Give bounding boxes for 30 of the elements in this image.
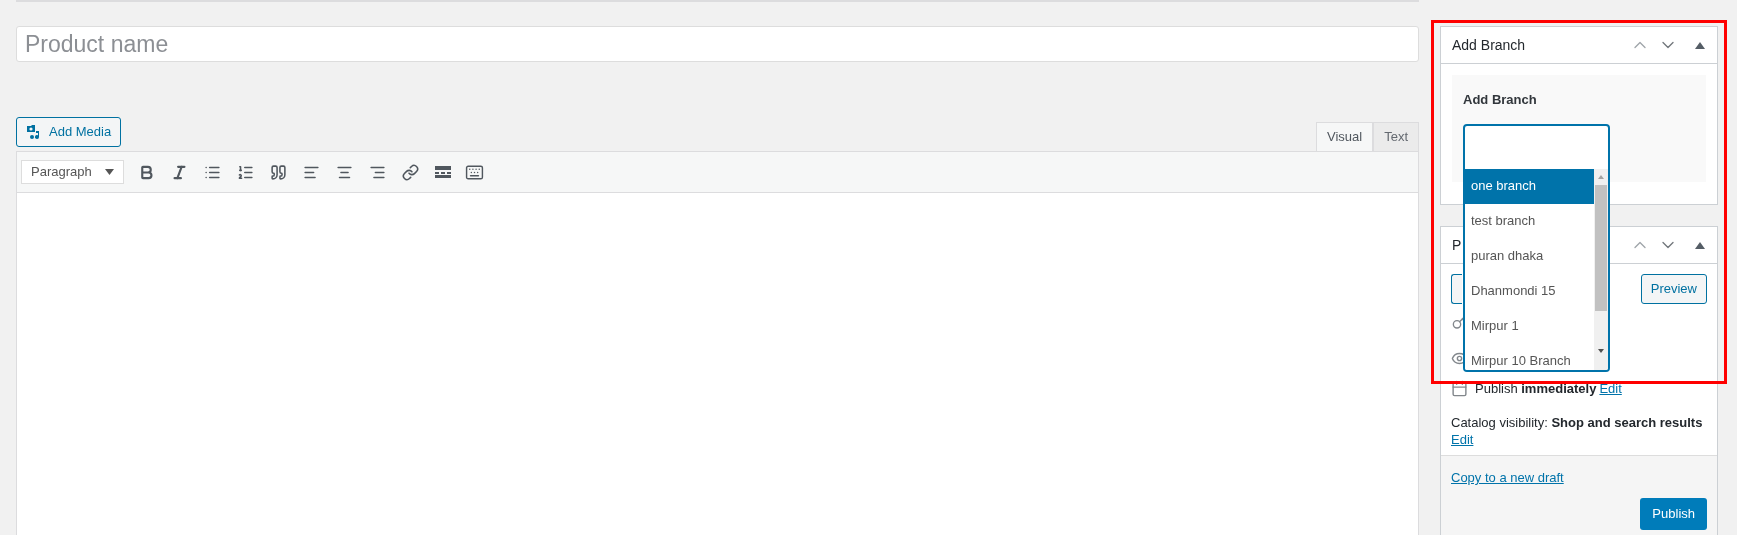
toolbar-toggle-icon[interactable] [465, 162, 484, 182]
bold-icon[interactable] [138, 163, 155, 181]
field-label: Add Branch [1463, 91, 1538, 109]
quote-icon[interactable] [270, 163, 287, 181]
dropdown-arrow-icon [105, 169, 114, 175]
format-select[interactable]: Paragraph [21, 160, 124, 184]
editor-tab[interactable]: Visual [1315, 122, 1374, 152]
publish-button[interactable]: Publish [1640, 497, 1707, 530]
media-icon [26, 124, 42, 140]
secondary-button[interactable] [1451, 274, 1462, 304]
scrollbar[interactable] [1594, 168, 1608, 370]
edit-link[interactable]: Edit [1599, 379, 1622, 399]
panel-title: Add Branch [1452, 35, 1526, 55]
preview-button[interactable]: Preview [1640, 274, 1707, 304]
link-icon[interactable] [402, 163, 419, 181]
edit-link[interactable]: Edit [1451, 431, 1474, 447]
panel-title: P [1452, 235, 1462, 255]
editor-tab[interactable]: Text [1373, 122, 1419, 152]
copy-draft-link[interactable]: Copy to a new draft [1451, 468, 1564, 488]
branch-option[interactable]: one branch [1465, 168, 1594, 204]
collapse-icon[interactable] [1695, 41, 1705, 49]
read-more-icon[interactable] [435, 166, 451, 178]
collapse-icon[interactable] [1695, 241, 1705, 249]
numbered-list-icon[interactable] [237, 163, 254, 181]
product-name-field[interactable]: Product name [16, 26, 1419, 62]
publish-schedule: Publish immediately [1475, 380, 1597, 398]
branch-select[interactable]: one branch test branch puran dhaka Dhanmondi 15 Mirpur 1 Mirpur 10 Branch [1463, 123, 1610, 372]
italic-icon[interactable] [171, 163, 188, 181]
add-media-button[interactable]: Add Media [16, 117, 122, 147]
catalog-visibility: Catalog visibility: Shop and search results [1451, 413, 1704, 431]
